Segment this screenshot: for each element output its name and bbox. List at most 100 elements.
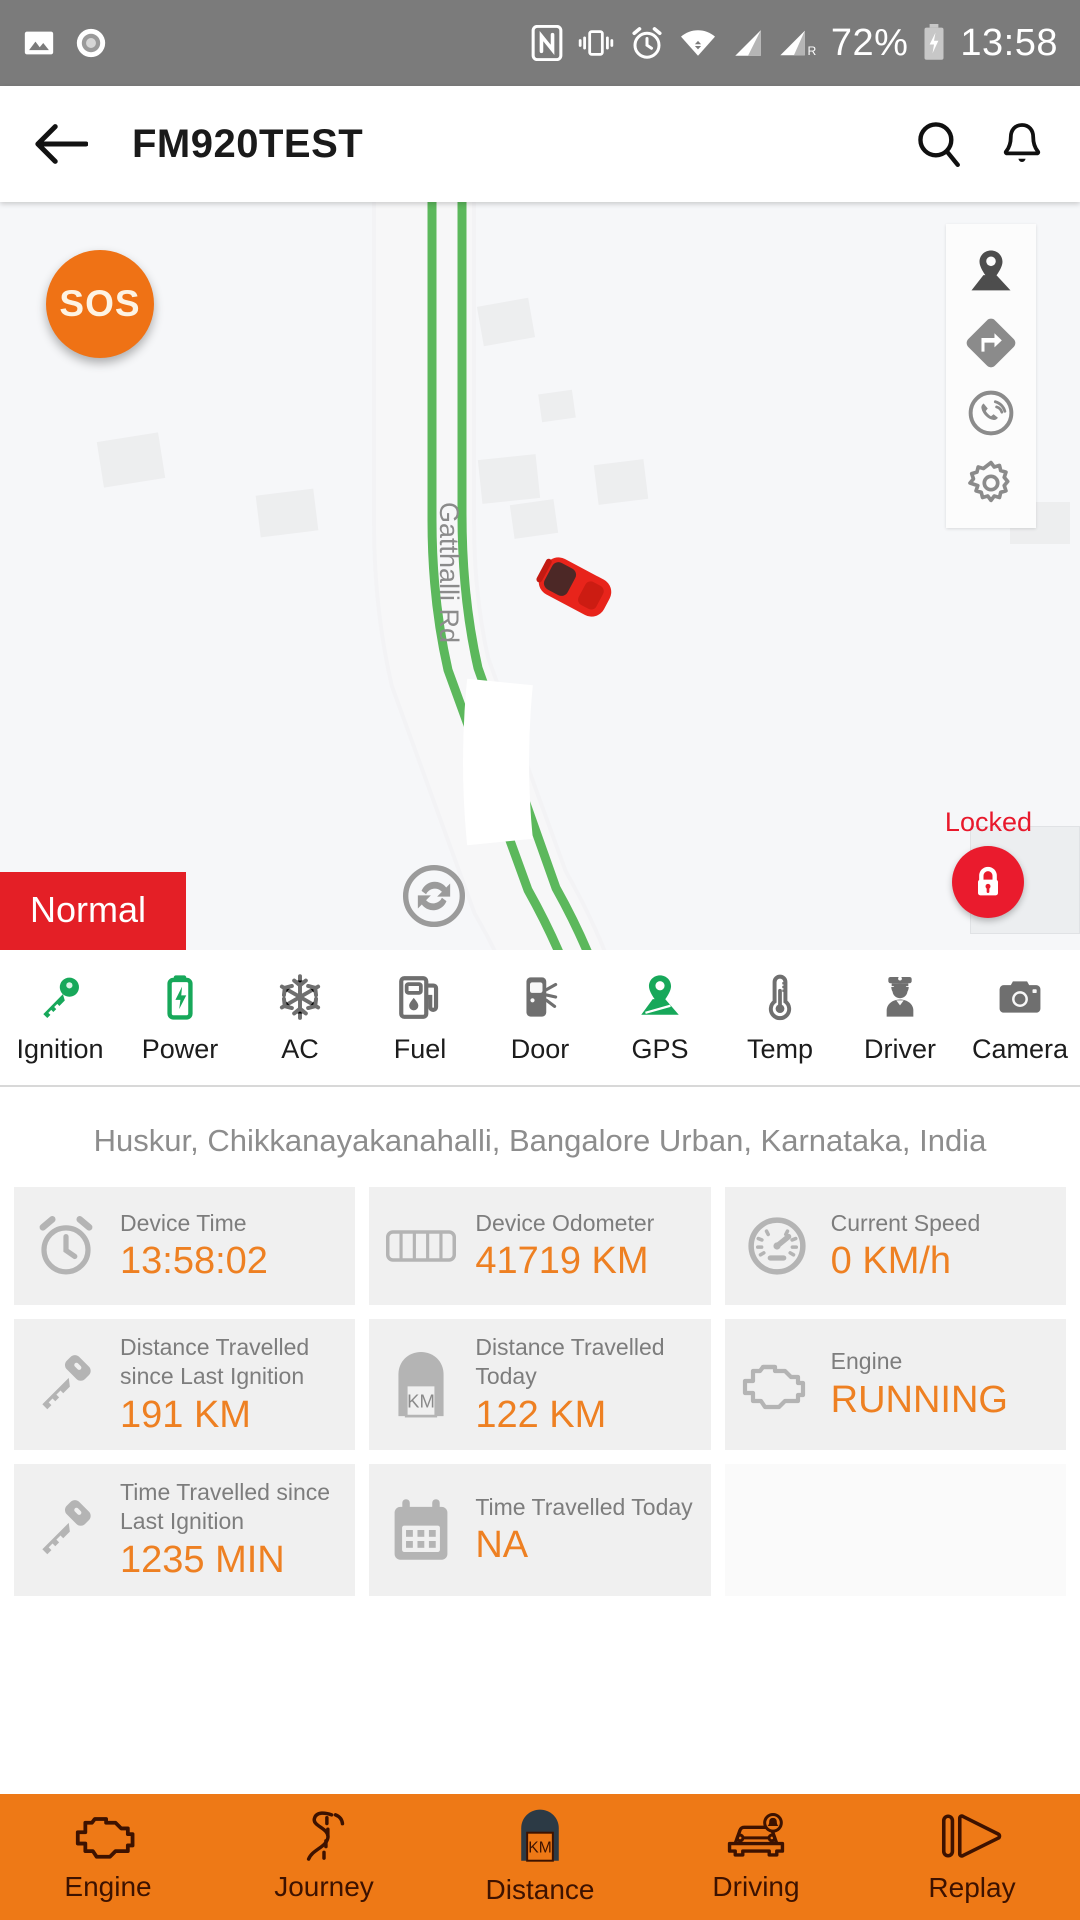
status-badge: Normal bbox=[0, 872, 187, 950]
card-value: RUNNING bbox=[830, 1379, 1008, 1422]
vehicle-status-strip: Ignition Power AC Fuel Door GPS Temp Dri… bbox=[0, 950, 1080, 1087]
info-card-time-since-ignition[interactable]: Time Travelled since Last Ignition 1235 … bbox=[14, 1464, 356, 1596]
info-card-current-speed[interactable]: Current Speed 0 KM/h bbox=[724, 1187, 1066, 1305]
bottom-navigation-bar: Engine Journey KM Distance Driving Repla… bbox=[0, 1794, 1080, 1920]
snowflake-icon bbox=[279, 974, 321, 1020]
engine-icon bbox=[741, 1357, 813, 1413]
nav-label: Replay bbox=[928, 1872, 1016, 1903]
odometer-bar-icon bbox=[385, 1226, 457, 1266]
record-icon bbox=[76, 28, 106, 58]
key-icon bbox=[43, 977, 79, 1019]
card-value: 0 KM/h bbox=[830, 1240, 952, 1283]
status-item-camera[interactable]: Camera bbox=[960, 972, 1080, 1065]
signal-roaming-icon: R bbox=[780, 30, 816, 58]
status-bar-left-icons bbox=[22, 26, 108, 60]
road-label: Gatthalli Rd bbox=[434, 502, 464, 643]
alarm-icon bbox=[632, 27, 662, 59]
road-icon bbox=[306, 1811, 345, 1861]
info-cards-grid: Device Time 13:58:02 Device Odometer 417… bbox=[0, 1187, 1080, 1596]
battery-percent-label: 72% bbox=[830, 21, 909, 64]
replay-icon bbox=[941, 1814, 1002, 1858]
key-icon bbox=[30, 1352, 102, 1418]
bell-icon[interactable] bbox=[998, 119, 1046, 169]
info-card-device-odometer[interactable]: Device Odometer 41719 KM bbox=[369, 1187, 711, 1305]
image-icon bbox=[24, 31, 54, 55]
lock-toggle-button[interactable] bbox=[952, 846, 1025, 918]
lock-status-label: Locked bbox=[944, 807, 1032, 837]
info-card-empty bbox=[724, 1464, 1066, 1596]
info-card-engine[interactable]: Engine RUNNING bbox=[724, 1319, 1066, 1451]
nav-item-replay[interactable]: Replay bbox=[864, 1810, 1080, 1904]
info-card-distance-since-ignition[interactable]: Distance Travelled since Last Ignition 1… bbox=[14, 1319, 356, 1451]
info-card-time-today[interactable]: Time Travelled Today NA bbox=[369, 1464, 711, 1596]
speedometer-icon bbox=[741, 1213, 813, 1279]
status-item-ac[interactable]: AC bbox=[240, 972, 360, 1065]
nav-item-journey[interactable]: Journey bbox=[216, 1811, 432, 1903]
map-view[interactable]: Gatthalli Rd SOS Locked Normal bbox=[0, 202, 1080, 950]
nav-label: Engine bbox=[64, 1871, 152, 1902]
card-value: 13:58:02 bbox=[120, 1240, 268, 1283]
card-value: NA bbox=[475, 1524, 529, 1567]
car-door-icon bbox=[526, 977, 558, 1017]
status-label: Camera bbox=[971, 1034, 1069, 1064]
card-value: 1235 MIN bbox=[120, 1538, 285, 1581]
km-marker-icon: KM bbox=[385, 1350, 457, 1420]
wifi-icon bbox=[680, 30, 715, 56]
status-label: Door bbox=[510, 1034, 570, 1064]
gps-pin-icon bbox=[641, 975, 679, 1015]
card-value: 122 KM bbox=[475, 1393, 607, 1436]
lock-closed-icon bbox=[978, 866, 999, 896]
settings-gear-icon[interactable] bbox=[965, 448, 1017, 518]
status-item-door[interactable]: Door bbox=[480, 972, 600, 1065]
car-alert-icon bbox=[727, 1812, 785, 1857]
calendar-icon bbox=[385, 1497, 457, 1563]
driver-icon bbox=[886, 976, 914, 1017]
nav-label: Driving bbox=[712, 1871, 800, 1902]
svg-text:KM: KM bbox=[528, 1839, 551, 1856]
nav-item-engine[interactable]: Engine bbox=[0, 1811, 216, 1903]
km-marker-icon: KM bbox=[521, 1809, 559, 1862]
search-icon[interactable] bbox=[914, 119, 964, 169]
key-icon bbox=[30, 1497, 102, 1563]
directions-icon[interactable] bbox=[965, 308, 1017, 378]
fuel-pump-icon bbox=[399, 976, 439, 1019]
thermometer-icon bbox=[768, 974, 792, 1021]
map-controls-panel bbox=[946, 224, 1036, 528]
status-label: Driver bbox=[864, 1034, 936, 1064]
status-label: Fuel bbox=[393, 1034, 447, 1064]
app-bar: FM920TEST bbox=[0, 86, 1080, 202]
svg-text:KM: KM bbox=[407, 1390, 435, 1411]
lock-control: Locked bbox=[945, 807, 1032, 918]
battery-charging-icon bbox=[924, 24, 944, 60]
card-value: 191 KM bbox=[120, 1393, 251, 1436]
map-canvas: Gatthalli Rd bbox=[0, 202, 1080, 950]
status-item-fuel[interactable]: Fuel bbox=[360, 972, 480, 1065]
status-label: Ignition bbox=[16, 1034, 104, 1064]
refresh-icon[interactable] bbox=[400, 862, 468, 935]
status-item-temp[interactable]: Temp bbox=[720, 972, 840, 1065]
info-card-device-time[interactable]: Device Time 13:58:02 bbox=[14, 1187, 356, 1305]
status-label: Power bbox=[141, 1034, 219, 1064]
card-label: Time Travelled Today bbox=[475, 1493, 693, 1520]
status-label: GPS bbox=[631, 1034, 689, 1064]
status-item-ignition[interactable]: Ignition bbox=[0, 972, 120, 1065]
card-label: Current Speed bbox=[830, 1209, 981, 1236]
back-arrow-icon[interactable] bbox=[34, 122, 88, 166]
card-label: Distance Travelled since Last Ignition bbox=[120, 1334, 310, 1389]
nav-item-driving[interactable]: Driving bbox=[648, 1811, 864, 1903]
nav-item-distance[interactable]: KM Distance bbox=[432, 1808, 648, 1906]
call-icon[interactable] bbox=[965, 378, 1017, 448]
status-label: AC bbox=[281, 1034, 319, 1064]
status-item-driver[interactable]: Driver bbox=[840, 972, 960, 1065]
card-label: Engine bbox=[830, 1348, 903, 1375]
status-item-gps[interactable]: GPS bbox=[600, 972, 720, 1065]
card-value: 41719 KM bbox=[475, 1240, 649, 1283]
engine-icon bbox=[75, 1817, 135, 1859]
map-pin-icon[interactable] bbox=[965, 238, 1017, 308]
status-bar-right-icons: R 72% 13:58 bbox=[531, 22, 1058, 65]
card-label: Time Travelled since Last Ignition bbox=[120, 1479, 331, 1535]
info-card-distance-today[interactable]: KM Distance Travelled Today 122 KM bbox=[369, 1319, 711, 1451]
status-item-power[interactable]: Power bbox=[120, 972, 240, 1065]
alarm-clock-icon bbox=[30, 1213, 102, 1279]
sos-button[interactable]: SOS bbox=[46, 250, 154, 358]
